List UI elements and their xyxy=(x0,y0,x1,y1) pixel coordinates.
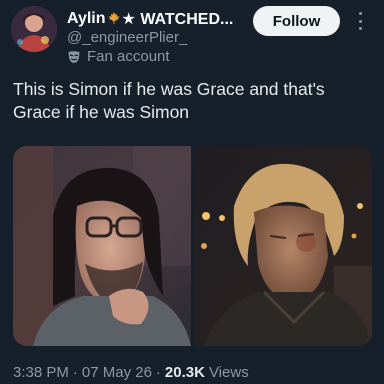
post-card: Aylin ★ WATCHED... @_engineerPlier_ Fan … xyxy=(0,0,384,384)
post-date[interactable]: 07 May 26 xyxy=(82,364,152,381)
follow-button[interactable]: Follow xyxy=(253,6,340,36)
maple-leaf-icon xyxy=(107,11,121,27)
author-handle[interactable]: @_engineerPlier_ xyxy=(67,29,187,46)
avatar[interactable] xyxy=(11,6,57,52)
media-grid xyxy=(13,146,372,346)
photo-left-man-glasses[interactable] xyxy=(13,146,191,346)
account-type-row: Fan account xyxy=(67,48,170,65)
post-text: This is Simon if he was Grace and that's… xyxy=(13,79,325,122)
post-meta: 3:38 PM · 07 May 26 · 20.3K Views xyxy=(13,364,249,381)
more-vertical-icon[interactable] xyxy=(353,9,367,33)
post-time[interactable]: 3:38 PM xyxy=(13,364,69,381)
mask-icon xyxy=(67,50,81,64)
author-name-row[interactable]: Aylin ★ WATCHED... xyxy=(67,9,243,29)
account-type-label: Fan account xyxy=(87,48,170,65)
avatar-image xyxy=(11,6,57,52)
views-count: 20.3K xyxy=(164,364,205,381)
meta-separator-2: · xyxy=(155,364,161,381)
photo-right-man-blond[interactable] xyxy=(194,146,372,346)
display-name[interactable]: Aylin xyxy=(67,10,106,28)
display-name-suffix: ★ WATCHED... xyxy=(121,11,234,28)
views-label: Views xyxy=(208,364,249,381)
meta-separator: · xyxy=(72,364,78,381)
